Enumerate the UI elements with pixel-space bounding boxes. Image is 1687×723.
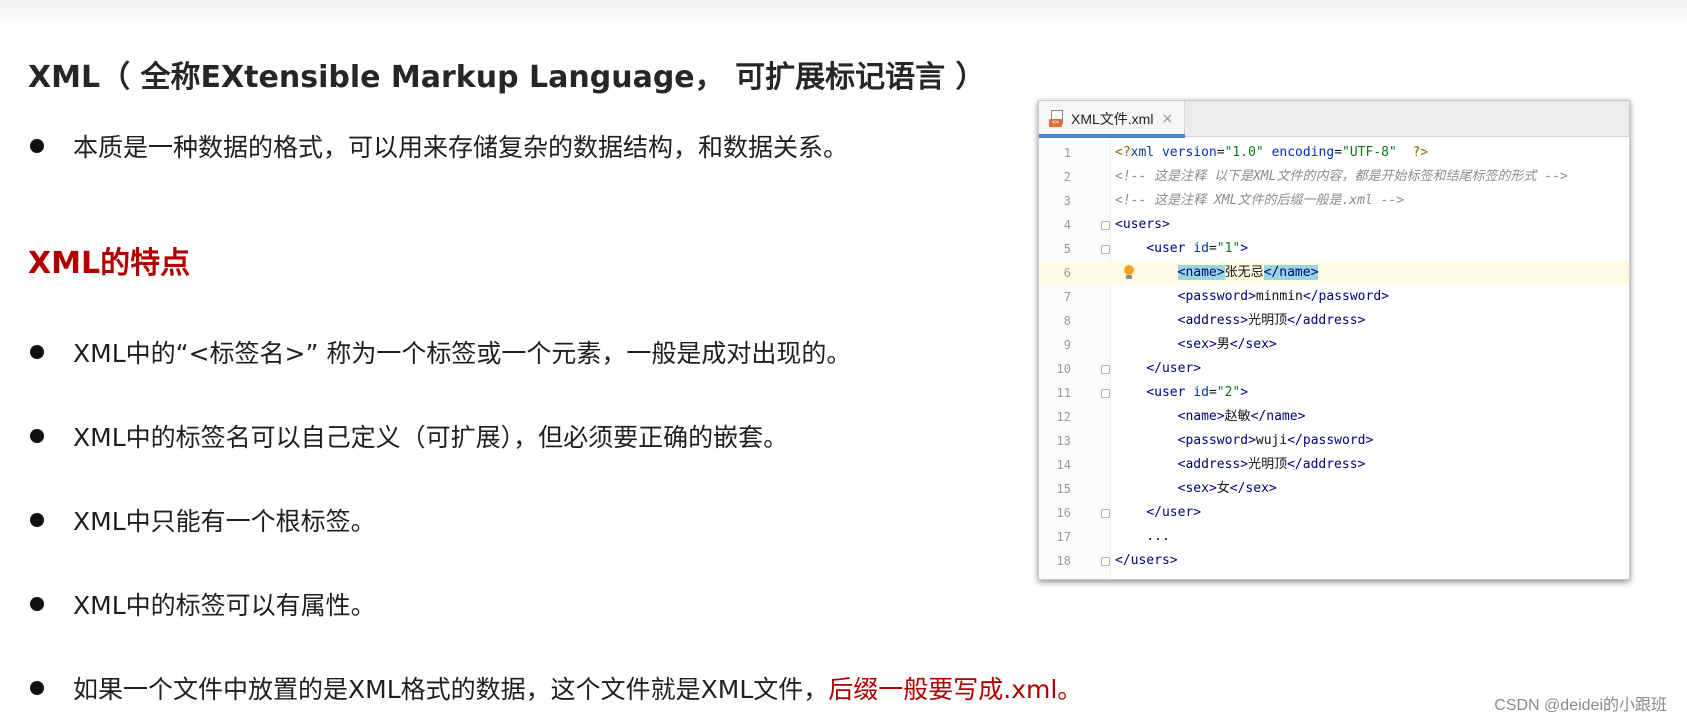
fold-icon[interactable] [1101, 509, 1110, 518]
code-line-text: <address>光明顶</address> [1177, 313, 1366, 328]
features-heading: XML的特点 [28, 246, 191, 281]
code-line-text: <user id="2"> [1146, 385, 1249, 400]
code-line-text: <user id="1"> [1146, 241, 1249, 256]
code-line[interactable]: 2 <!-- 这是注释 以下是XML文件的内容，都是开始标签和结尾标签的形式 --… [1039, 165, 1629, 189]
bullet-dot [30, 345, 44, 359]
line-number: 17 [1056, 530, 1071, 544]
editor-tab-label: XML文件.xml [1071, 111, 1154, 127]
code-area[interactable]: 1 <?xml version="1.0" encoding="UTF-8" ?>… [1039, 138, 1629, 579]
bullet-dot [30, 429, 44, 443]
feature-bullet: XML中只能有一个根标签。 [30, 502, 376, 538]
code-line[interactable]: 10 </user> [1039, 357, 1629, 381]
line-number: 11 [1056, 386, 1071, 400]
code-line[interactable]: 15 <sex>女</sex> [1039, 477, 1629, 501]
line-number: 9 [1063, 338, 1071, 352]
fold-icon[interactable] [1101, 389, 1110, 398]
code-line[interactable]: 16 </user> [1039, 501, 1629, 525]
bullet-dot [30, 681, 44, 695]
line-number: 14 [1056, 458, 1071, 472]
line-number: 5 [1063, 242, 1071, 256]
code-line[interactable]: 14 <address>光明顶</address> [1039, 453, 1629, 477]
editor-tab-xml-file[interactable]: <> XML文件.xml × [1039, 101, 1185, 138]
code-line[interactable]: 1 <?xml version="1.0" encoding="UTF-8" ?> [1039, 141, 1629, 165]
code-line[interactable]: 17 ... [1039, 525, 1629, 549]
code-line-text: </user> [1146, 361, 1202, 376]
code-line-text: <name>张无忌</name> [1177, 265, 1319, 280]
code-line-text: <password>minmin</password> [1177, 289, 1389, 304]
code-line[interactable]: 11 <user id="2"> [1039, 381, 1629, 405]
feature-bullet: XML中的标签可以有属性。 [30, 586, 376, 622]
code-line[interactable]: 9 <sex>男</sex> [1039, 333, 1629, 357]
top-strip [0, 0, 1687, 22]
feature-bullet-text: XML中的标签名可以自己定义（可扩展），但必须要正确的嵌套。 [73, 423, 789, 452]
code-line-text: <?xml version="1.0" encoding="UTF-8" ?> [1115, 145, 1429, 160]
code-line[interactable]: 3 <!-- 这是注释 XML文件的后缀一般是.xml --> [1039, 189, 1629, 213]
code-line-text: <sex>女</sex> [1177, 481, 1277, 496]
line-number: 2 [1063, 170, 1071, 184]
fold-icon[interactable] [1101, 221, 1110, 230]
line-number: 8 [1063, 314, 1071, 328]
code-editor-panel: <> XML文件.xml × 1 <?xml version="1.0" enco… [1038, 100, 1630, 580]
line-number: 18 [1056, 554, 1071, 568]
bullet-dot [30, 597, 44, 611]
fold-icon[interactable] [1101, 245, 1110, 254]
fold-icon[interactable] [1101, 557, 1110, 566]
code-line-text: <users> [1115, 217, 1170, 232]
code-line-text: ... [1146, 529, 1170, 544]
bullet-dot [30, 513, 44, 527]
line-number: 16 [1056, 506, 1071, 520]
editor-tab-bar: <> XML文件.xml × [1039, 101, 1629, 138]
feature-bullet-text: XML中的“<标签名>” 称为一个标签或一个元素，一般是成对出现的。 [73, 339, 852, 368]
code-line-text: <!-- 这是注释 以下是XML文件的内容，都是开始标签和结尾标签的形式 --> [1115, 169, 1568, 184]
code-line[interactable]: 5 <user id="1"> [1039, 237, 1629, 261]
code-line[interactable]: 13 <password>wuji</password> [1039, 429, 1629, 453]
code-line[interactable]: 6 <name>张无忌</name> [1039, 261, 1629, 285]
code-line-text: <sex>男</sex> [1177, 337, 1277, 352]
code-line-text: </users> [1115, 553, 1178, 568]
slide-title: XML（ 全称EXtensible Markup Language， 可扩展标记… [28, 60, 986, 95]
last-bullet-text: 如果一个文件中放置的是XML格式的数据，这个文件就是XML文件，后缀一般要写成.… [73, 670, 1082, 706]
line-number: 4 [1063, 218, 1071, 232]
code-line[interactable]: 7 <password>minmin</password> [1039, 285, 1629, 309]
last-bullet: 如果一个文件中放置的是XML格式的数据，这个文件就是XML文件，后缀一般要写成.… [30, 670, 1082, 706]
code-line-text: <address>光明顶</address> [1177, 457, 1366, 472]
code-line-text: </user> [1146, 505, 1202, 520]
feature-bullet: XML中的标签名可以自己定义（可扩展），但必须要正确的嵌套。 [30, 418, 788, 454]
line-number: 15 [1056, 482, 1071, 496]
last-bullet-highlight: 后缀一般要写成.xml。 [828, 675, 1083, 704]
line-number: 1 [1063, 146, 1071, 160]
line-number: 12 [1056, 410, 1071, 424]
last-bullet-normal: 如果一个文件中放置的是XML格式的数据，这个文件就是XML文件， [73, 675, 829, 704]
xml-file-icon: <> [1049, 110, 1065, 128]
code-line-text: <password>wuji</password> [1177, 433, 1374, 448]
line-number: 6 [1063, 266, 1071, 280]
xml-file-icon-badge: <> [1049, 119, 1062, 127]
line-number: 3 [1063, 194, 1071, 208]
line-number: 13 [1056, 434, 1071, 448]
fold-icon[interactable] [1101, 365, 1110, 374]
code-line-text: <!-- 这是注释 XML文件的后缀一般是.xml --> [1115, 193, 1405, 208]
code-line[interactable]: 8 <address>光明顶</address> [1039, 309, 1629, 333]
close-icon[interactable]: × [1161, 111, 1173, 127]
code-line[interactable]: 4 <users> [1039, 213, 1629, 237]
intro-bullet: 本质是一种数据的格式，可以用来存储复杂的数据结构，和数据关系。 [30, 128, 848, 164]
feature-bullet-text: XML中的标签可以有属性。 [73, 591, 376, 620]
watermark: CSDN @deidei的小跟班 [1494, 697, 1667, 714]
code-line[interactable]: 18 </users> [1039, 549, 1629, 573]
feature-bullet-text: XML中只能有一个根标签。 [73, 507, 376, 536]
code-line[interactable]: 12 <name>赵敏</name> [1039, 405, 1629, 429]
bullet-dot [30, 139, 44, 153]
intro-bullet-text: 本质是一种数据的格式，可以用来存储复杂的数据结构，和数据关系。 [73, 133, 849, 162]
line-number: 10 [1056, 362, 1071, 376]
code-line-text: <name>赵敏</name> [1177, 409, 1306, 424]
line-number: 7 [1063, 290, 1071, 304]
feature-bullet: XML中的“<标签名>” 称为一个标签或一个元素，一般是成对出现的。 [30, 334, 851, 370]
